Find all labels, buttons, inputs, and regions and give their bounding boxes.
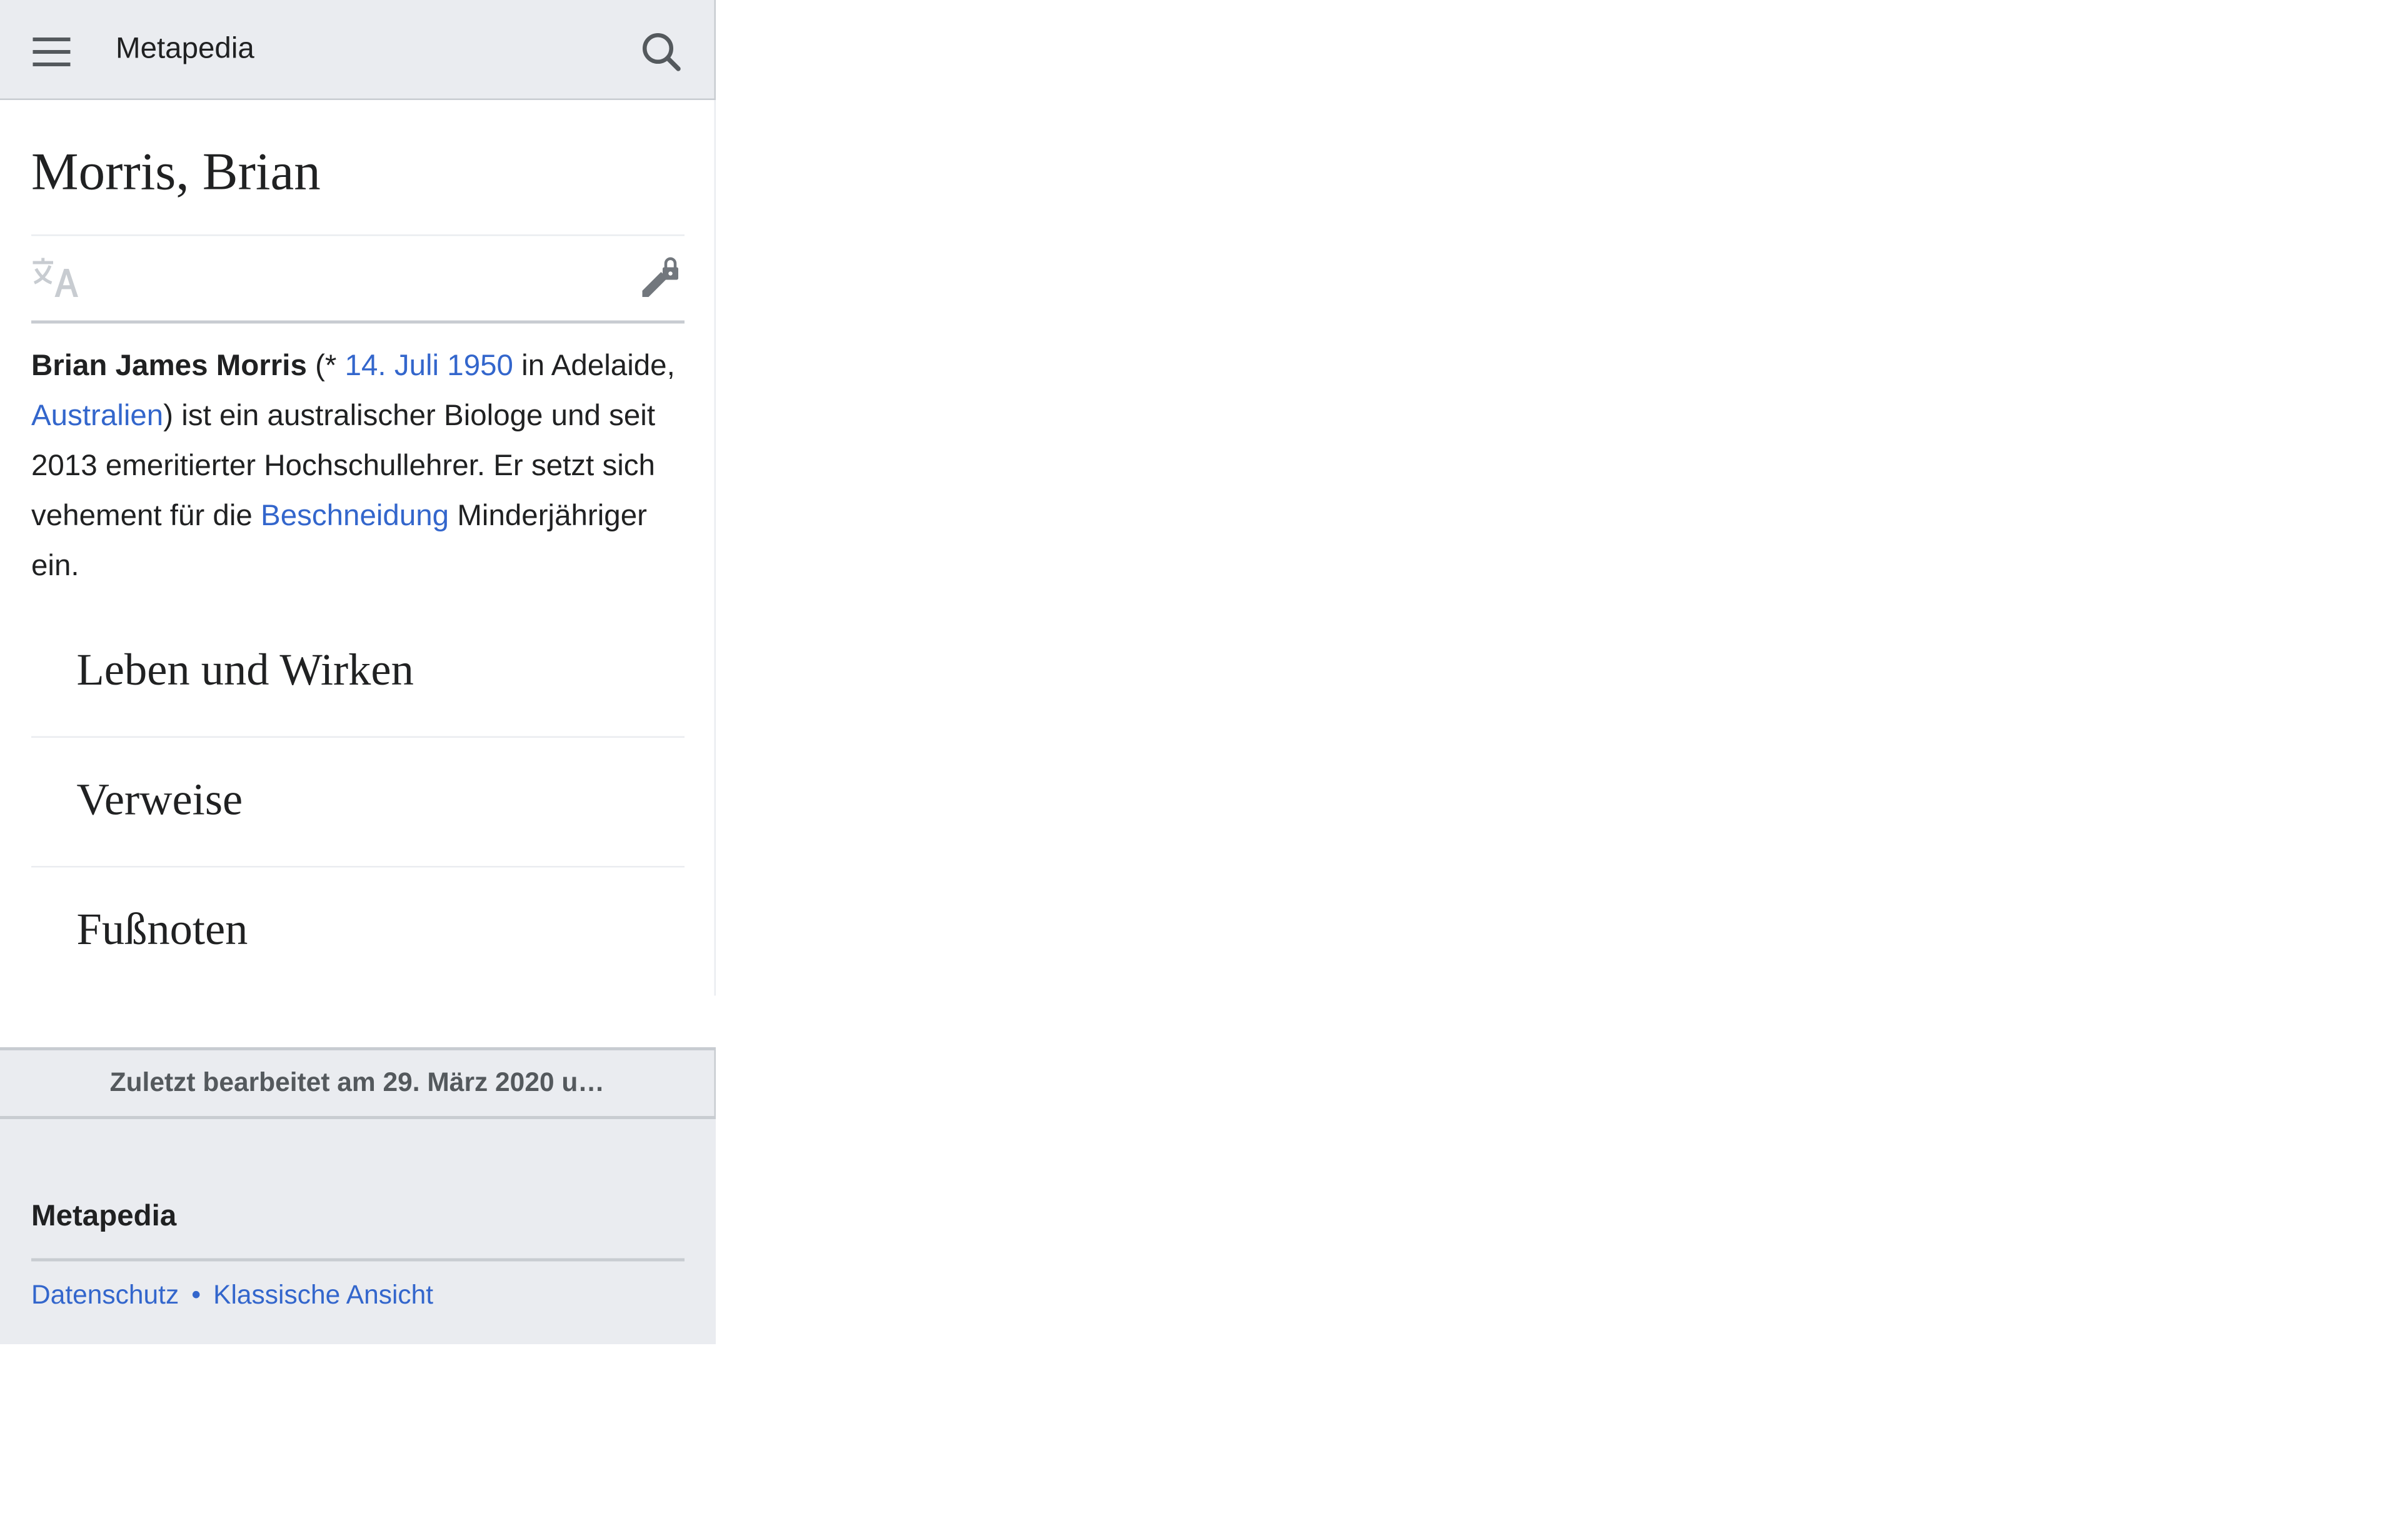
language-icon — [33, 258, 78, 298]
page-title: Morris, Brian — [31, 100, 685, 237]
last-modified-bar[interactable]: Zuletzt bearbeitet am 29. März 2020 u… — [0, 1047, 716, 1120]
mobile-page: Metapedia Morris, Brian Brian James Morr… — [0, 0, 716, 1345]
footer-site-name: Metapedia — [31, 1201, 685, 1262]
search-icon — [643, 33, 681, 71]
page-actions-bar — [31, 236, 685, 324]
section-heading: Fußnoten — [76, 905, 248, 956]
classic-view-link[interactable]: Klassische Ansicht — [213, 1280, 433, 1310]
language-button[interactable] — [31, 257, 81, 301]
edit-button[interactable] — [638, 257, 685, 301]
privacy-link[interactable]: Datenschutz — [31, 1280, 179, 1310]
section-fussnoten[interactable]: Fußnoten — [31, 868, 685, 996]
lead-text-1: (* — [306, 350, 345, 384]
site-name[interactable]: Metapedia — [116, 33, 254, 68]
circumcision-link[interactable]: Beschneidung — [261, 501, 449, 534]
header-bar: Metapedia — [0, 0, 716, 100]
section-verweise[interactable]: Verweise — [31, 738, 685, 868]
section-leben-und-wirken[interactable]: Leben und Wirken — [31, 608, 685, 738]
birthdate-link[interactable]: 14. Juli 1950 — [345, 351, 513, 384]
lead-text-2: in Adelaide, — [513, 350, 675, 384]
australia-link[interactable]: Australien — [31, 401, 163, 434]
subject-name: Brian James Morris — [31, 350, 307, 384]
section-heading: Leben und Wirken — [76, 646, 414, 696]
edit-locked-icon — [642, 258, 678, 298]
main-menu-button[interactable] — [22, 22, 81, 81]
footer-links: Datenschutz • Klassische Ansicht — [31, 1280, 685, 1312]
section-heading: Verweise — [76, 775, 243, 826]
footer-separator: • — [191, 1280, 201, 1310]
lead-paragraph: Brian James Morris (* 14. Juli 1950 in A… — [31, 343, 685, 608]
hamburger-menu-icon — [33, 38, 71, 66]
footer: Metapedia Datenschutz • Klassische Ansicht — [0, 1119, 716, 1345]
search-button[interactable] — [631, 22, 691, 81]
article-content: Morris, Brian Brian James Morris (* 14. … — [0, 100, 716, 997]
